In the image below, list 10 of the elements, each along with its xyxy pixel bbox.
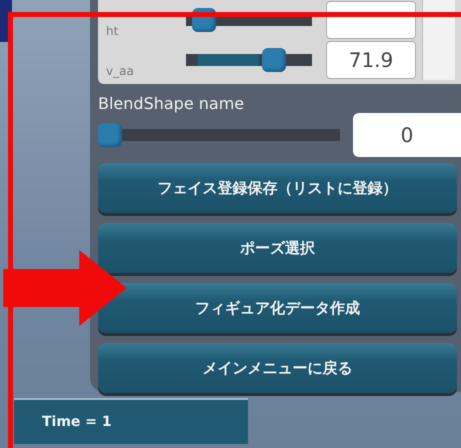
menu-button[interactable]: メインメニューに戻る [98,343,457,393]
value-field[interactable]: 71.9 [326,41,416,79]
value-field[interactable]: 0 [353,113,461,157]
time-display: Time = 1 [14,398,248,444]
blendshape-label: BlendShape name [98,94,246,113]
menu-button[interactable]: フェイス登録保存（リストに登録） [98,163,457,213]
menu-button[interactable]: フィギュア化データ作成 [98,283,457,333]
slider-label: ht [106,24,120,40]
slider-label: v_aa [106,64,135,80]
menu-button[interactable]: ポーズ選択 [98,223,457,273]
